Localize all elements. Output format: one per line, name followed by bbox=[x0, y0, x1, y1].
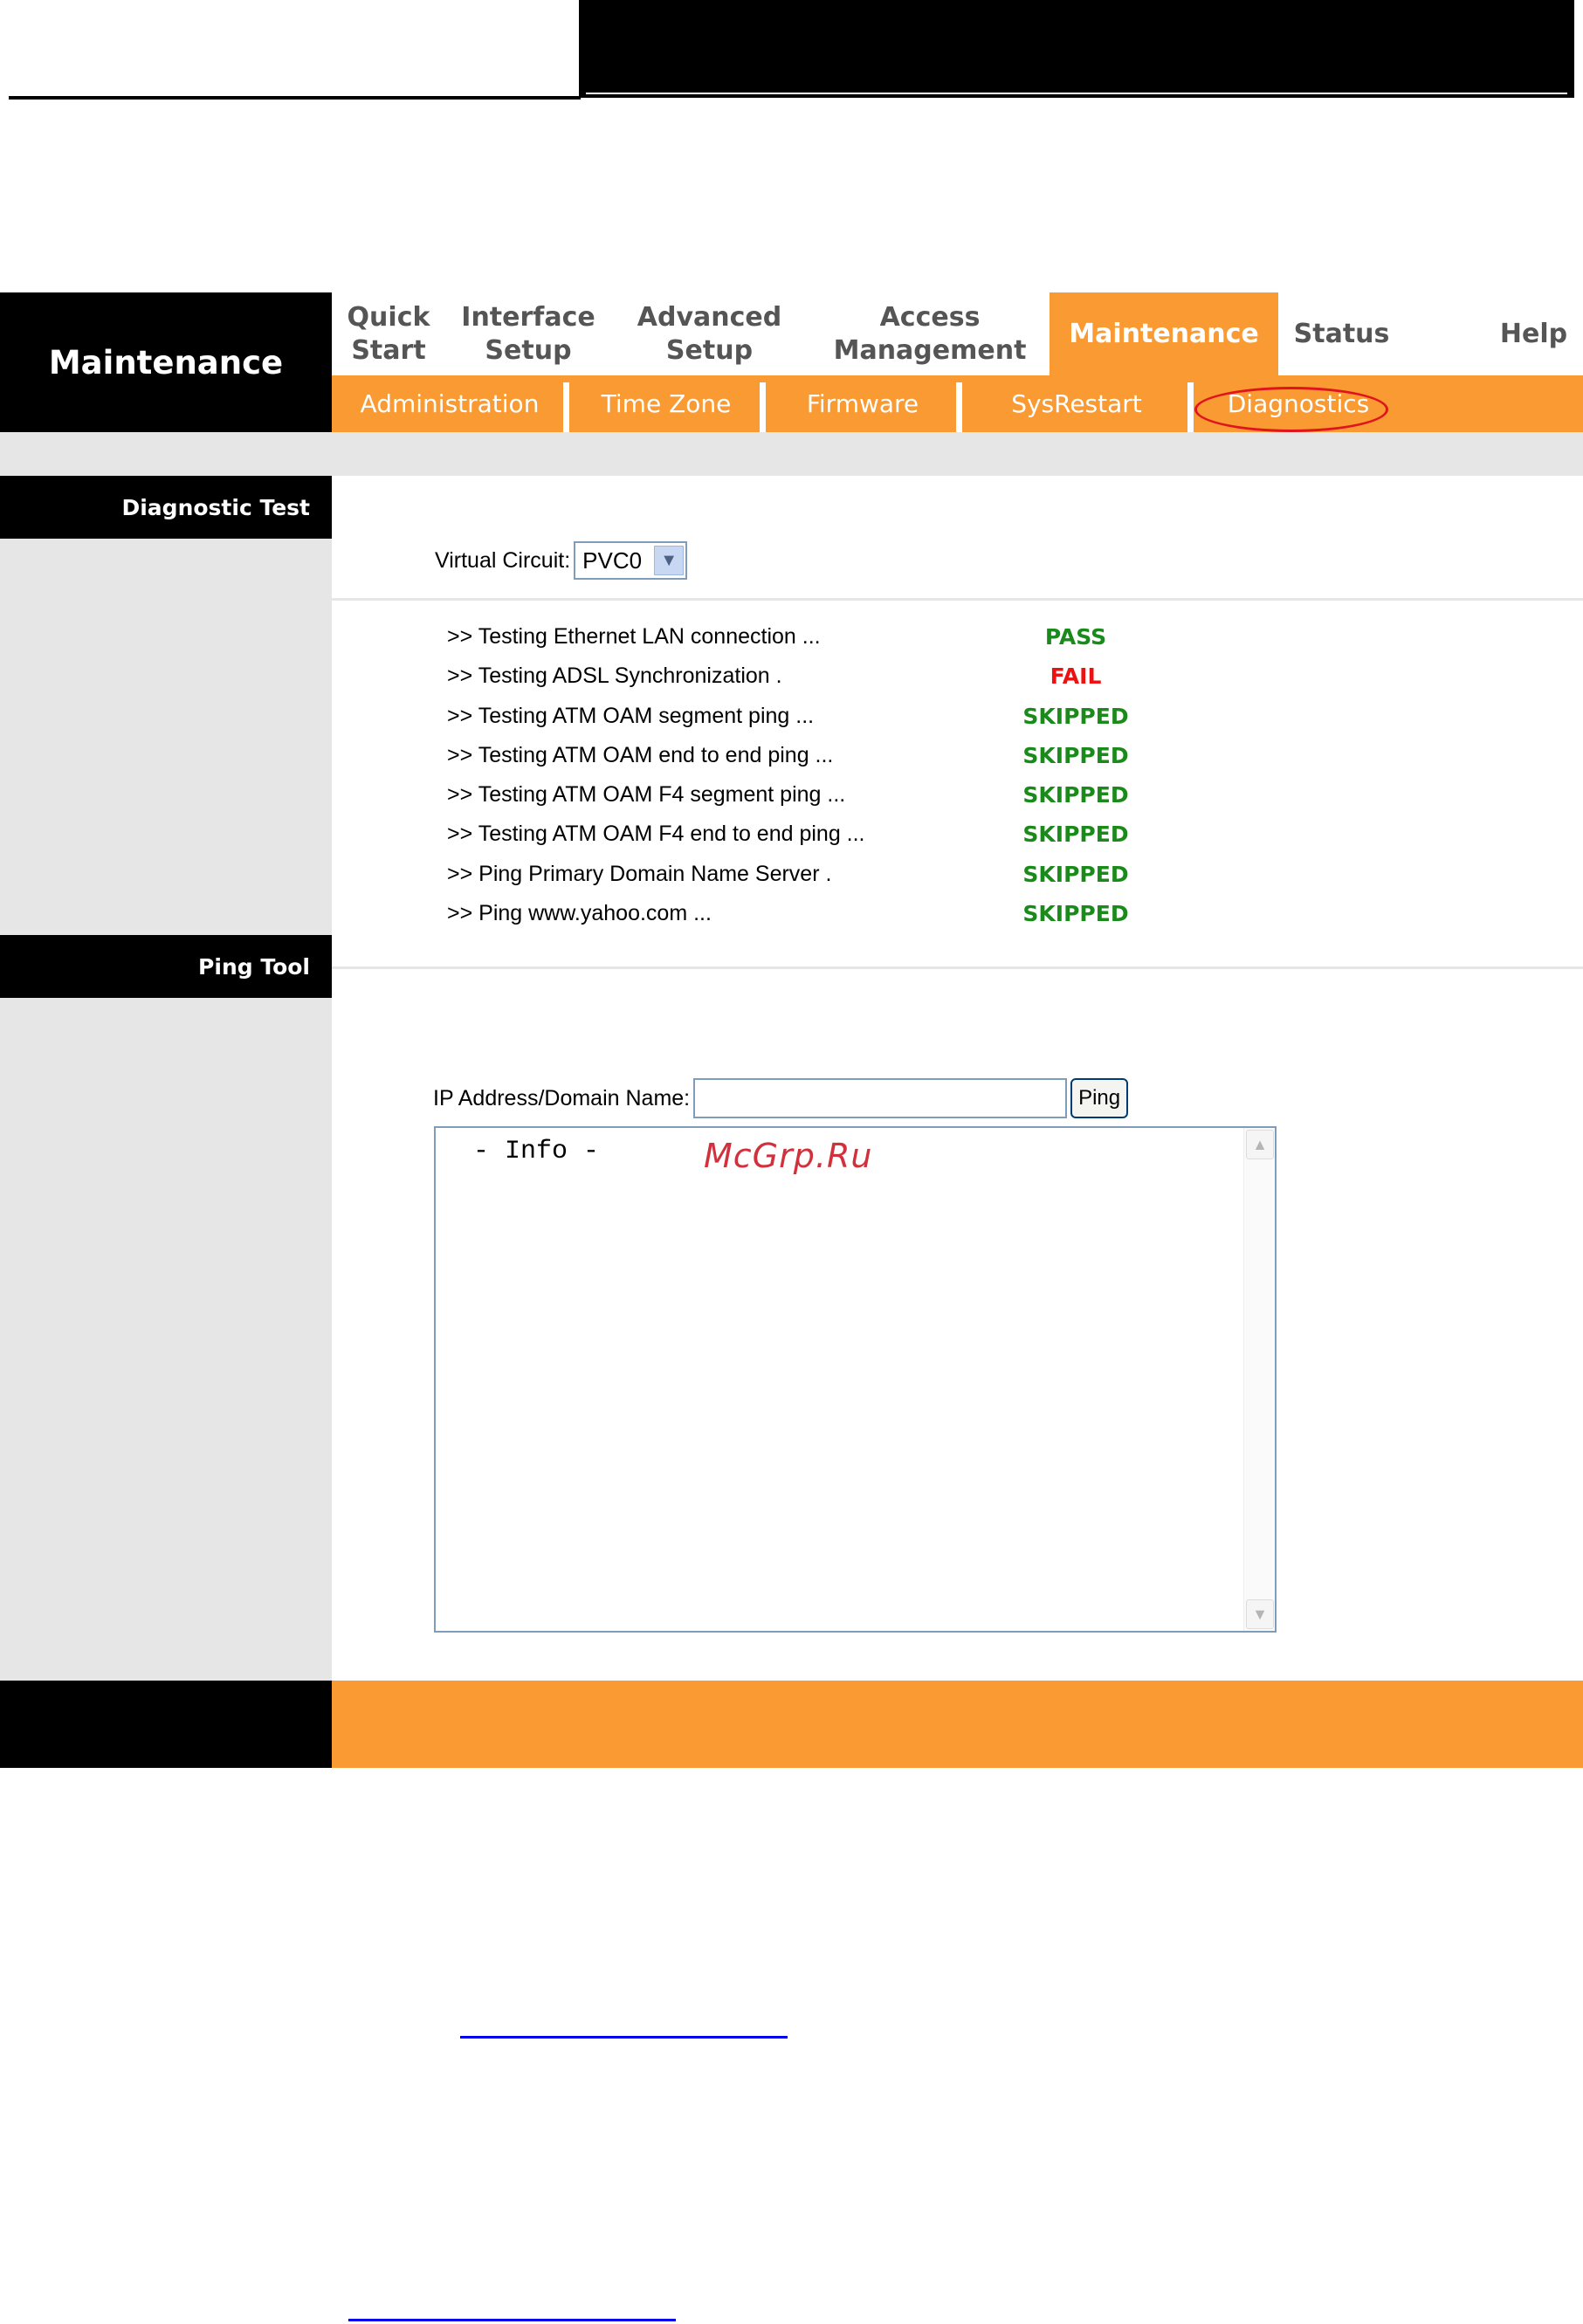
menu-label-line1: Access bbox=[879, 301, 981, 333]
test-name: >> Testing Ethernet LAN connection ... bbox=[447, 624, 821, 649]
main-content: Virtual Circuit: PVC0 ▼ >> Testing Ether… bbox=[332, 476, 1583, 1681]
menu-label: Status bbox=[1293, 318, 1390, 349]
sidebar: Diagnostic Test Ping Tool bbox=[0, 476, 332, 1681]
main-menu: Quick Start Interface Setup Advanced Setup … bbox=[332, 292, 1583, 375]
watermark: McGrp.Ru bbox=[704, 1137, 873, 1175]
submenu-administration[interactable]: Administration bbox=[332, 375, 568, 432]
ping-address-input[interactable] bbox=[693, 1078, 1068, 1118]
page-header-inner-rule bbox=[586, 93, 1567, 94]
section-title: Maintenance bbox=[0, 292, 332, 432]
test-result: SKIPPED bbox=[1022, 861, 1129, 887]
menu-label: Maintenance bbox=[1069, 318, 1259, 349]
submenu-time-zone[interactable]: Time Zone bbox=[569, 375, 763, 432]
menu-label-line1: Interface bbox=[461, 301, 595, 333]
test-name: >> Testing ATM OAM segment ping ... bbox=[447, 703, 815, 728]
submenu-separator bbox=[1187, 382, 1194, 432]
virtual-circuit-label: Virtual Circuit: bbox=[435, 547, 571, 573]
test-row: >> Testing ATM OAM end to end ping ... S… bbox=[447, 743, 1233, 782]
submenu-separator bbox=[760, 382, 766, 432]
test-name: >> Testing ADSL Synchronization . bbox=[447, 664, 782, 689]
ping-button[interactable]: Ping bbox=[1070, 1078, 1129, 1118]
test-result: PASS bbox=[1044, 624, 1107, 650]
test-row: >> Testing ATM OAM F4 segment ping ... S… bbox=[447, 782, 1233, 822]
menu-quick-start[interactable]: Quick Start bbox=[332, 292, 445, 375]
menu-label-line2: Management bbox=[833, 334, 1027, 366]
submenu-separator bbox=[563, 382, 569, 432]
footer-left-block bbox=[0, 1681, 332, 1768]
sub-menu: Administration Time Zone Firmware SysRes… bbox=[332, 375, 1583, 432]
ping-row: IP Address/Domain Name: Ping bbox=[433, 1078, 1129, 1118]
document-link-underline[interactable] bbox=[460, 2036, 788, 2039]
test-row: >> Testing ATM OAM segment ping ... SKIP… bbox=[447, 704, 1233, 743]
test-result: SKIPPED bbox=[1022, 901, 1129, 927]
menu-label-line1: Advanced bbox=[637, 301, 782, 333]
menu-access-management[interactable]: Access Management bbox=[834, 292, 1027, 375]
section-divider bbox=[332, 598, 1583, 601]
header-divider-strip bbox=[0, 432, 1583, 476]
menu-maintenance[interactable]: Maintenance bbox=[1050, 292, 1278, 375]
scrollbar[interactable]: ▲ ▼ bbox=[1243, 1128, 1275, 1631]
test-name: >> Testing ATM OAM F4 segment ping ... bbox=[447, 782, 846, 808]
menu-help[interactable]: Help bbox=[1484, 292, 1583, 375]
test-result: SKIPPED bbox=[1022, 703, 1129, 729]
chevron-down-icon[interactable]: ▼ bbox=[654, 546, 685, 575]
ping-info-text: - Info - bbox=[458, 1137, 600, 1166]
menu-label-line2: Setup bbox=[665, 334, 754, 366]
menu-label-line2: Start bbox=[351, 334, 426, 366]
test-name: >> Ping www.yahoo.com ... bbox=[447, 901, 712, 926]
test-row: >> Ping www.yahoo.com ... SKIPPED bbox=[447, 901, 1233, 940]
menu-status[interactable]: Status bbox=[1278, 292, 1405, 375]
footer-bar bbox=[332, 1681, 1583, 1768]
ping-info-textarea[interactable]: - Info - ▲ ▼ bbox=[434, 1126, 1277, 1633]
sidebar-label-ping-tool: Ping Tool bbox=[0, 935, 332, 998]
menu-advanced-setup[interactable]: Advanced Setup bbox=[637, 292, 781, 375]
test-result: FAIL bbox=[1050, 664, 1102, 690]
highlight-circle bbox=[1194, 387, 1388, 432]
menu-label-line1: Quick bbox=[347, 301, 430, 333]
sidebar-label-diagnostic-test: Diagnostic Test bbox=[0, 476, 332, 539]
page-header-rule bbox=[9, 96, 581, 100]
menu-label-line2: Setup bbox=[485, 334, 572, 366]
submenu-sysrestart[interactable]: SysRestart bbox=[962, 375, 1191, 432]
test-name: >> Testing ATM OAM end to end ping ... bbox=[447, 742, 834, 767]
document-link-underline[interactable] bbox=[348, 2319, 676, 2321]
menu-interface-setup[interactable]: Interface Setup bbox=[461, 292, 595, 375]
scroll-up-icon[interactable]: ▲ bbox=[1246, 1130, 1274, 1159]
submenu-firmware[interactable]: Firmware bbox=[766, 375, 960, 432]
page-header-block bbox=[579, 0, 1574, 98]
test-result: SKIPPED bbox=[1022, 822, 1129, 848]
test-result: SKIPPED bbox=[1022, 742, 1129, 768]
section-divider bbox=[332, 966, 1583, 969]
test-row: >> Testing Ethernet LAN connection ... P… bbox=[447, 624, 1233, 664]
test-row: >> Testing ADSL Synchronization . FAIL bbox=[447, 664, 1233, 703]
diagnostic-test-list: >> Testing Ethernet LAN connection ... P… bbox=[447, 624, 1233, 940]
menu-label: Help bbox=[1499, 318, 1568, 349]
scroll-down-icon[interactable]: ▼ bbox=[1246, 1599, 1274, 1629]
virtual-circuit-select[interactable]: PVC0 ▼ bbox=[574, 541, 688, 580]
virtual-circuit-row: Virtual Circuit: PVC0 ▼ bbox=[435, 541, 688, 580]
virtual-circuit-value: PVC0 bbox=[582, 547, 643, 574]
test-row: >> Testing ATM OAM F4 end to end ping ..… bbox=[447, 822, 1233, 861]
test-name: >> Ping Primary Domain Name Server . bbox=[447, 861, 832, 886]
ping-address-label: IP Address/Domain Name: bbox=[433, 1085, 691, 1110]
test-row: >> Ping Primary Domain Name Server . SKI… bbox=[447, 862, 1233, 901]
test-name: >> Testing ATM OAM F4 end to end ping ..… bbox=[447, 822, 865, 847]
submenu-separator bbox=[956, 382, 962, 432]
test-result: SKIPPED bbox=[1022, 782, 1129, 808]
